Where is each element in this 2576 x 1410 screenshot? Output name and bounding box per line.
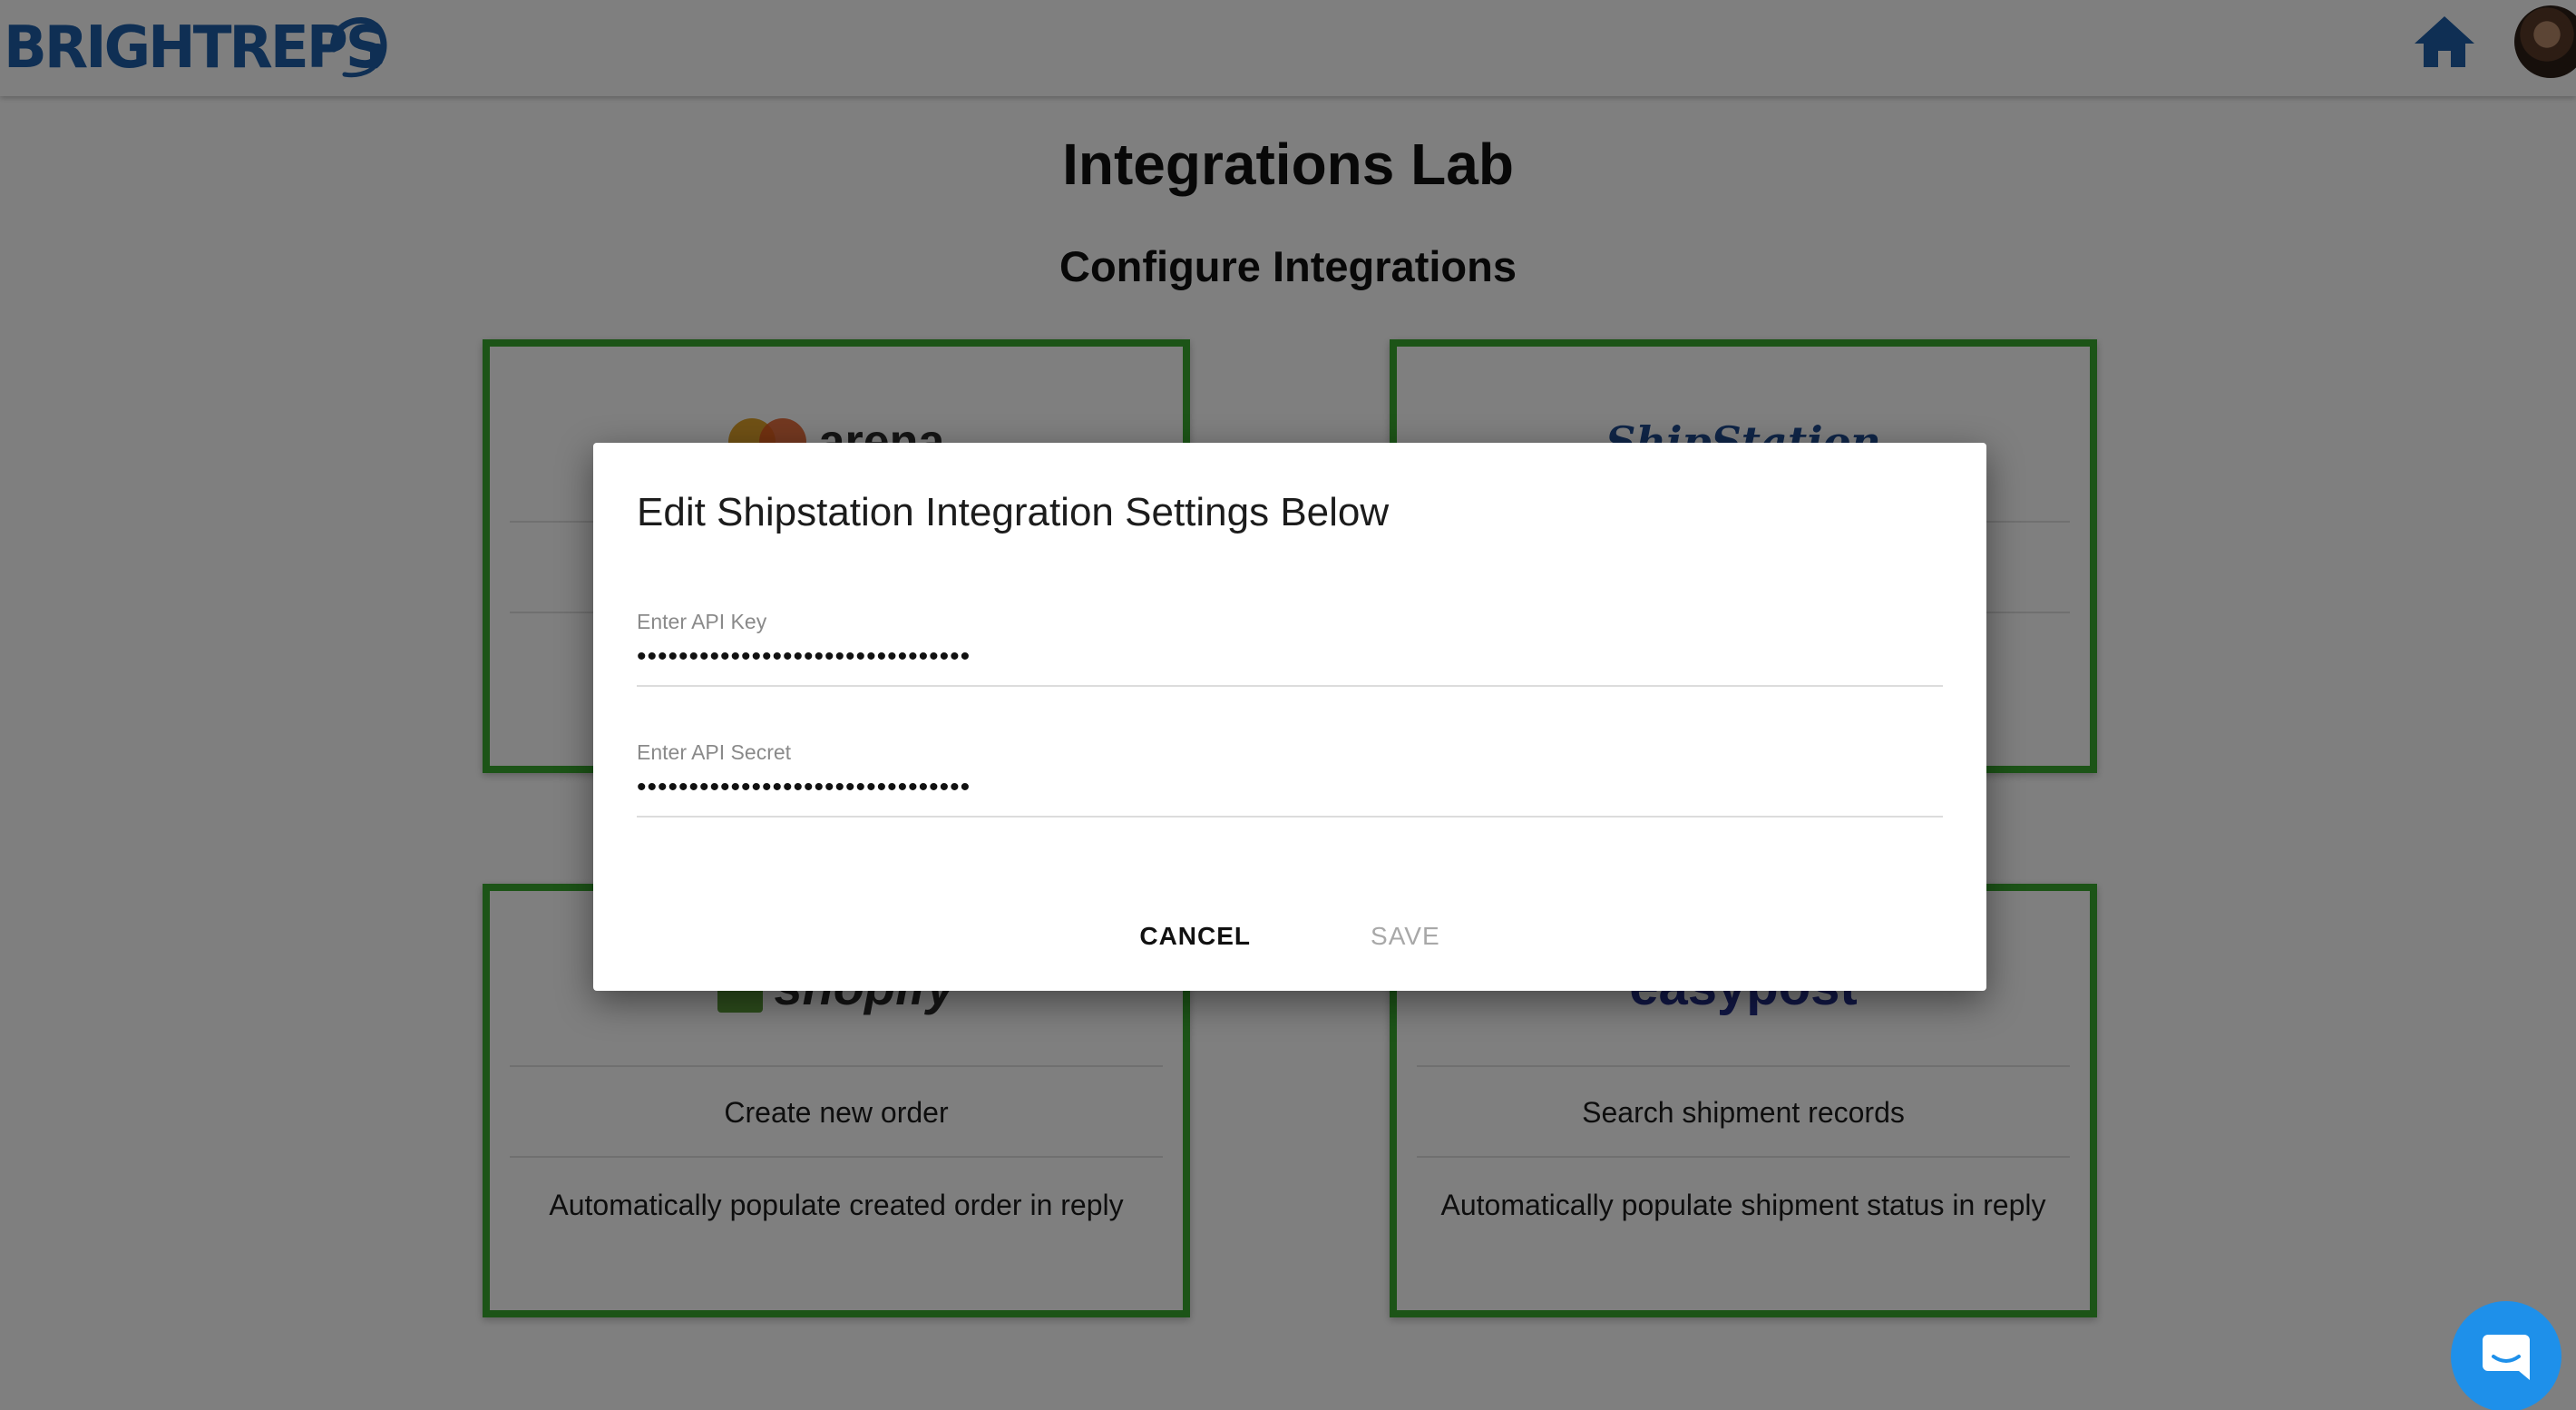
shipstation-settings-dialog: Edit Shipstation Integration Settings Be… [593,443,1986,991]
api-key-label: Enter API Key [637,610,767,633]
dialog-title: Edit Shipstation Integration Settings Be… [637,490,1390,534]
api-key-field: Enter API Key [637,610,1943,687]
api-secret-input[interactable] [637,765,1943,818]
api-key-input[interactable] [637,634,1943,687]
dialog-actions: CANCEL SAVE [593,913,1986,960]
cancel-button[interactable]: CANCEL [1125,913,1265,960]
chat-launcher-button[interactable] [2451,1301,2561,1410]
chat-bubble-icon [2483,1335,2530,1380]
api-secret-label: Enter API Secret [637,740,792,764]
save-button[interactable]: SAVE [1356,913,1455,960]
api-secret-field: Enter API Secret [637,740,1943,818]
